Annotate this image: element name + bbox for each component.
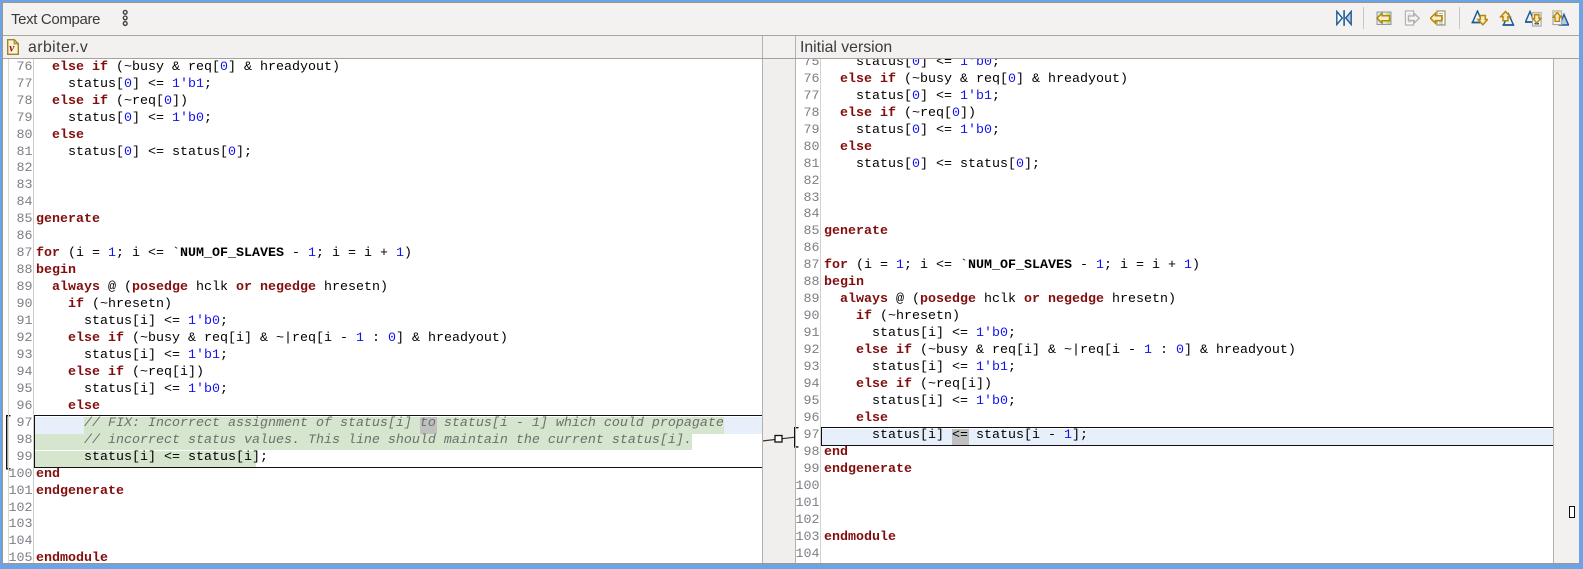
svg-text:v: v (9, 42, 15, 54)
